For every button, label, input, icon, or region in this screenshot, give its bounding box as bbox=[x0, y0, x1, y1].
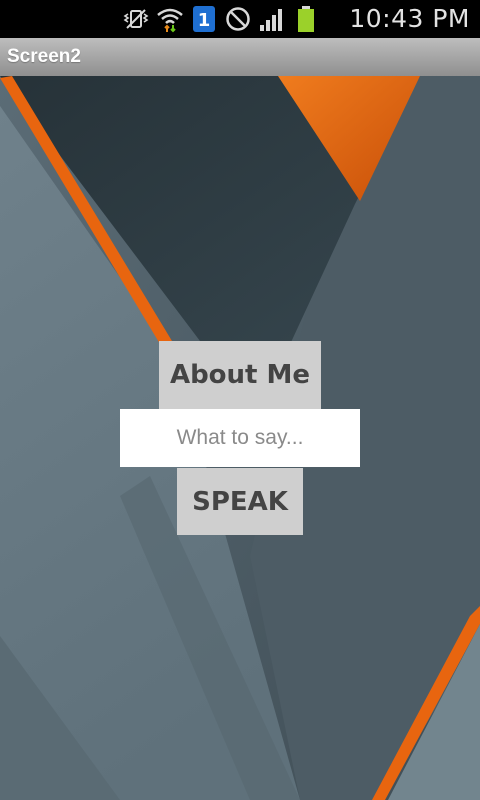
notification-count: 1 bbox=[198, 10, 211, 31]
signal-icon bbox=[260, 9, 282, 31]
wifi-icon bbox=[157, 8, 183, 33]
screen-title: Screen2 bbox=[7, 46, 81, 67]
do-not-disturb-icon bbox=[226, 7, 250, 31]
status-time: 10:43 PM bbox=[349, 4, 470, 33]
main-content: About Me SPEAK bbox=[0, 76, 480, 800]
speak-button[interactable]: SPEAK bbox=[177, 468, 303, 535]
title-bar: Screen2 bbox=[0, 38, 480, 76]
about-me-button[interactable]: About Me bbox=[159, 341, 321, 409]
status-icons: 1 bbox=[122, 4, 320, 34]
what-to-say-input[interactable] bbox=[120, 409, 360, 467]
notification-count-icon: 1 bbox=[193, 6, 215, 32]
vibrate-icon bbox=[123, 9, 149, 29]
status-bar: 1 10:43 PM bbox=[0, 0, 480, 38]
battery-icon bbox=[298, 6, 314, 32]
